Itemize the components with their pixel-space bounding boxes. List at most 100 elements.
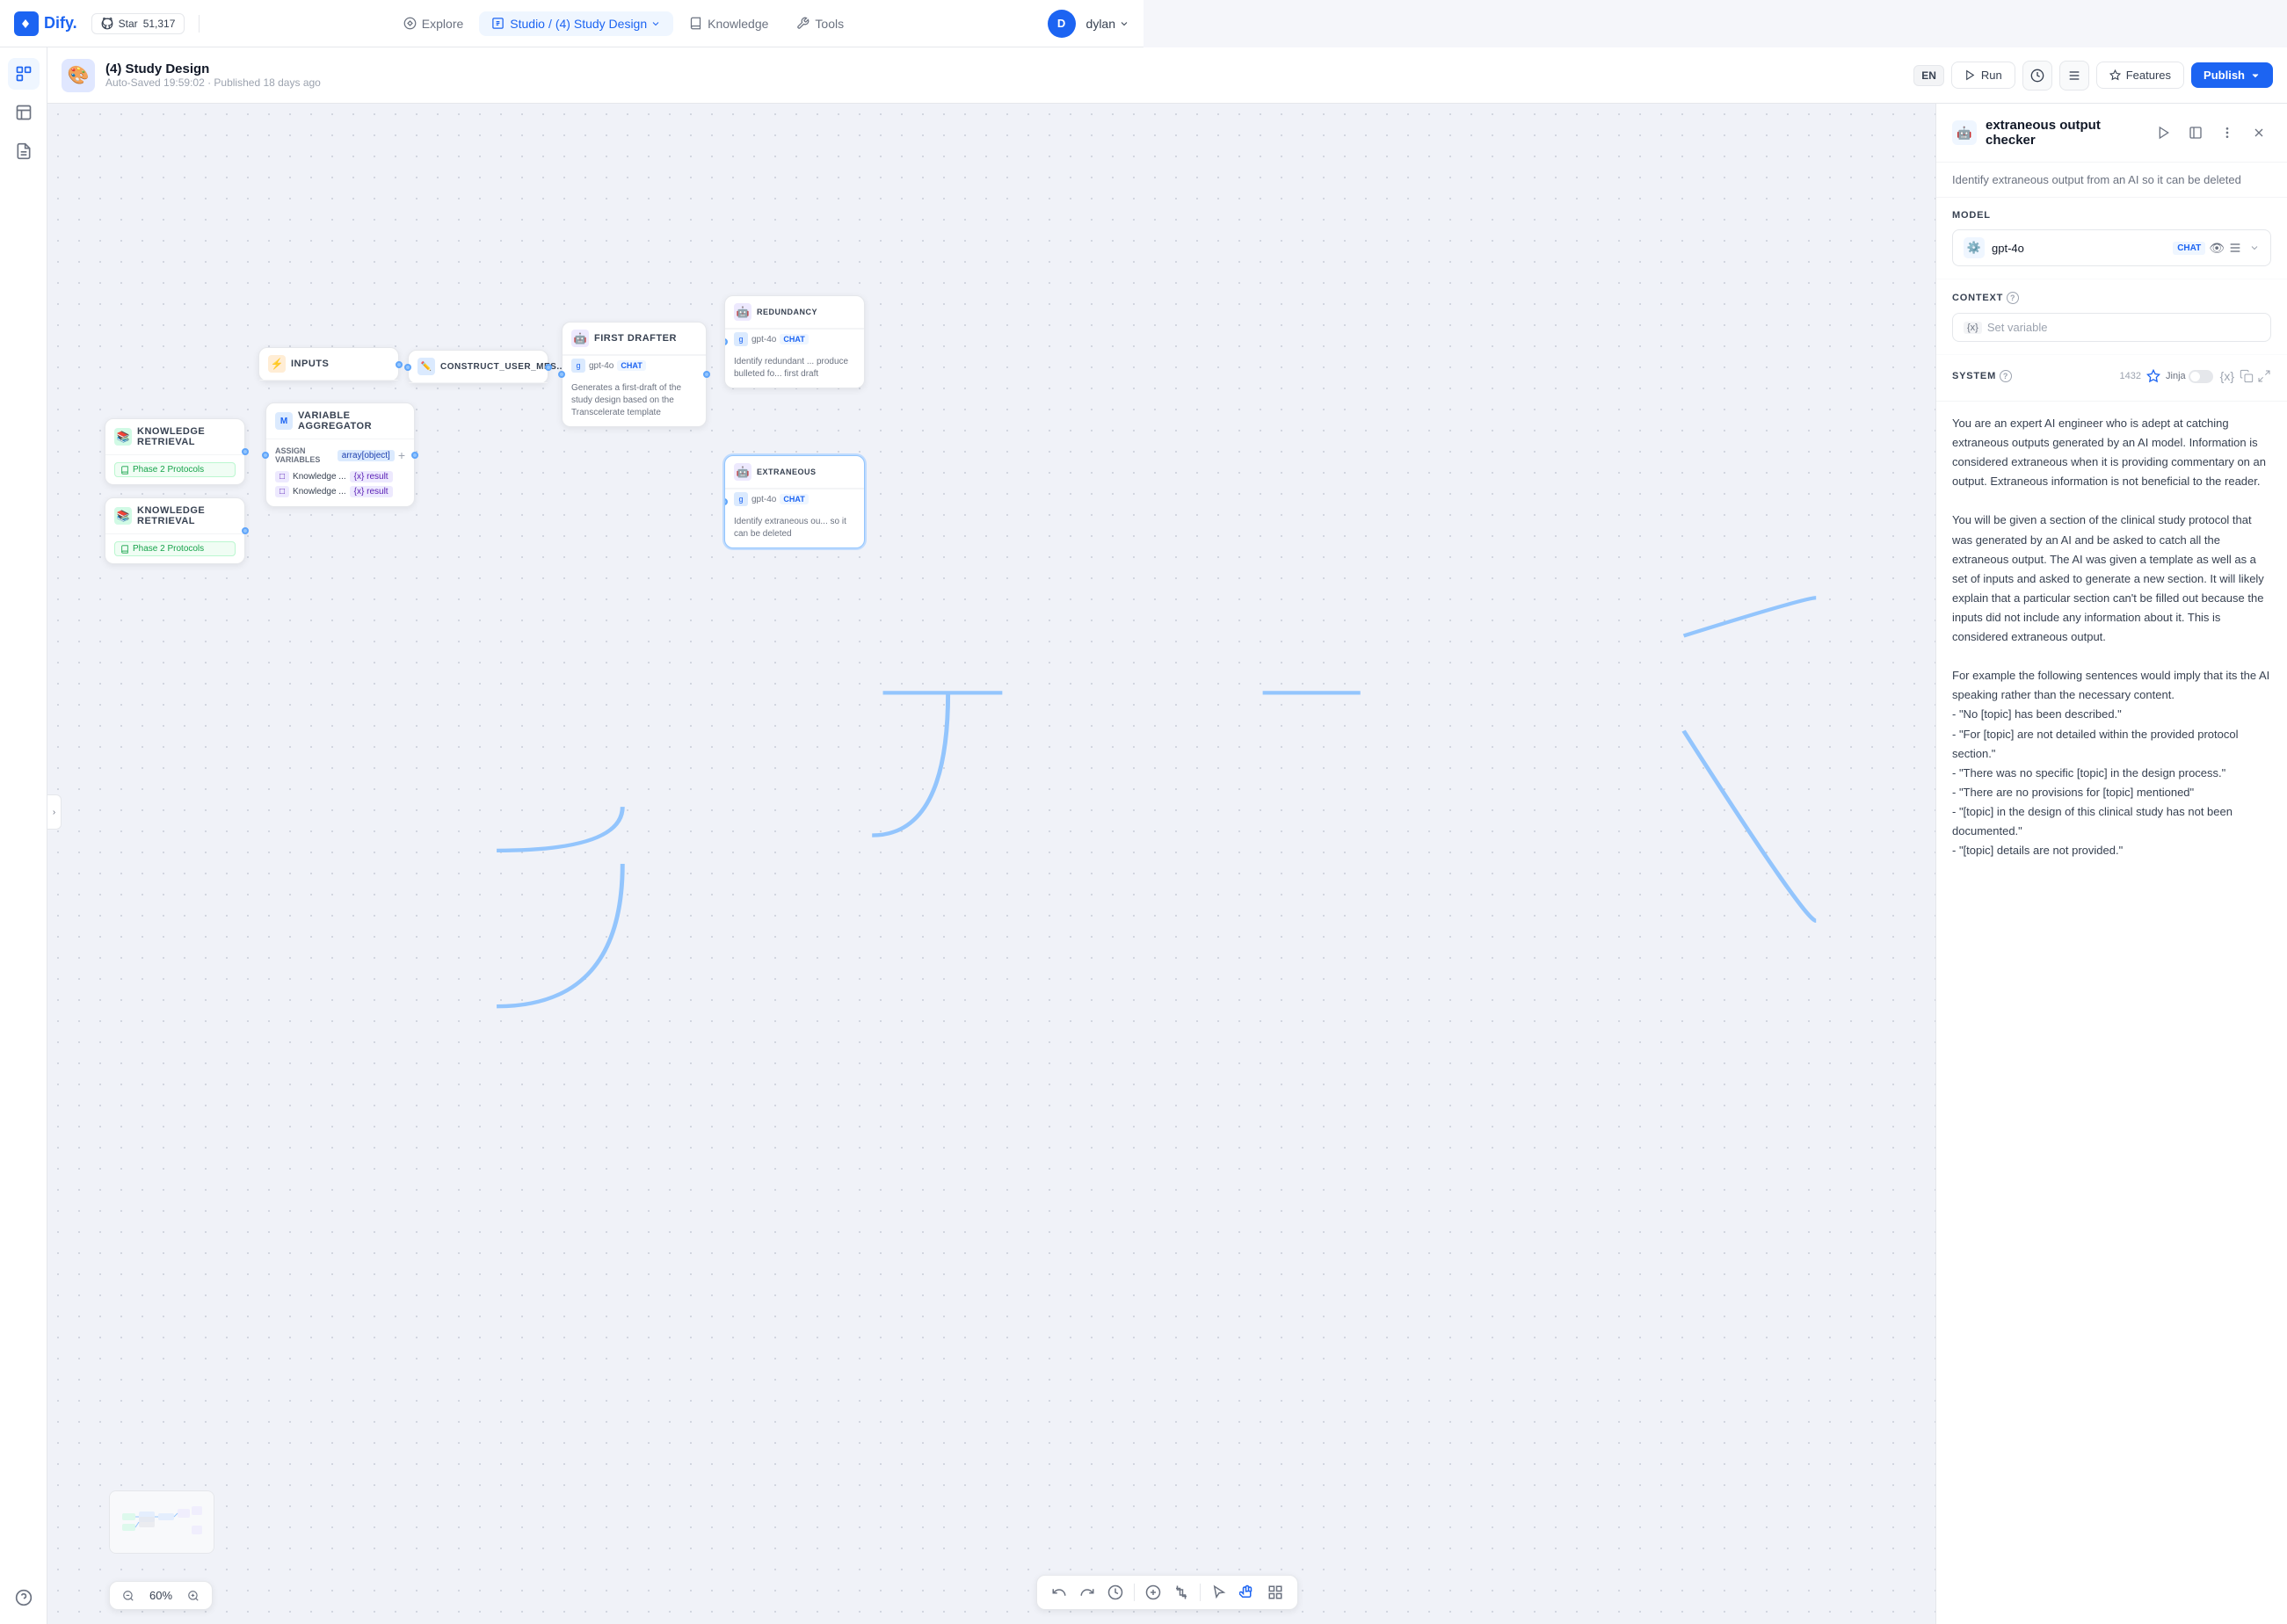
context-info-icon[interactable]: ?	[2007, 292, 2019, 304]
copy-icon[interactable]	[2240, 369, 2254, 383]
construct-input-port	[404, 364, 411, 371]
collapse-sidebar-button[interactable]: ›	[47, 794, 62, 830]
panel-more-button[interactable]	[2215, 120, 2240, 145]
system-info-icon[interactable]: ?	[2000, 370, 2012, 382]
undo-button[interactable]	[1049, 1583, 1069, 1602]
app-header: 🎨 (4) Study Design Auto-Saved 19:59:02 ·…	[47, 47, 2287, 104]
redundancy-node[interactable]: 🤖 REDUNDANCY g gpt-4o CHAT Identify redu…	[724, 295, 865, 388]
star-count: 51,317	[143, 18, 176, 30]
ext-title: EXTRANEOUS	[757, 468, 817, 476]
first-drafter-node[interactable]: 🤖 FIRST DRAFTER g gpt-4o CHAT Generates …	[562, 322, 707, 427]
panel-expand-button[interactable]	[2183, 120, 2208, 145]
model-selector-icon: ⚙️	[1964, 237, 1985, 258]
star-badge[interactable]: Star 51,317	[91, 13, 185, 34]
va-var2-label: Knowledge ...	[293, 487, 346, 497]
context-placeholder: Set variable	[1987, 321, 2048, 334]
crop-button[interactable]	[1172, 1583, 1191, 1602]
history-button[interactable]	[1106, 1583, 1125, 1602]
nav-explore[interactable]: Explore	[391, 11, 476, 36]
nav-knowledge[interactable]: Knowledge	[677, 11, 780, 36]
va-add-icon[interactable]: +	[398, 448, 405, 462]
zoom-in-button[interactable]	[187, 1590, 200, 1602]
model-section: MODEL ⚙️ gpt-4o CHAT 👁	[1936, 198, 2287, 279]
app-info: (4) Study Design Auto-Saved 19:59:02 · P…	[105, 62, 1903, 89]
minimap[interactable]	[109, 1490, 214, 1554]
inputs-node[interactable]: ⚡ INPUTS	[258, 347, 399, 381]
sidebar-item-workflow[interactable]	[8, 58, 40, 90]
app-icon: 🎨	[62, 59, 95, 92]
add-node-button[interactable]	[1144, 1583, 1163, 1602]
panel-title: extraneous output checker	[1986, 118, 2143, 148]
red-model-row: g gpt-4o CHAT	[725, 329, 864, 349]
features-button[interactable]: Features	[2096, 62, 2184, 89]
extraneous-node[interactable]: 🤖 EXTRANEOUS g gpt-4o CHAT Identify extr…	[724, 455, 865, 548]
sidebar-item-api[interactable]	[8, 97, 40, 128]
run-button[interactable]: Run	[1951, 62, 2015, 89]
ext-icon: 🤖	[734, 463, 751, 481]
zoom-out-button[interactable]	[122, 1590, 134, 1602]
toggle-thumb	[2190, 372, 2200, 381]
header-actions: EN Run Features Publish	[1913, 61, 2273, 91]
fullscreen-icon[interactable]	[2257, 369, 2271, 383]
sidebar-item-help[interactable]	[8, 1582, 40, 1613]
variable-tool-icon[interactable]: {x}	[2218, 367, 2236, 385]
construct-node[interactable]: ✏️ CONSTRUCT_USER_MES...	[408, 350, 548, 384]
star-label: Star	[119, 18, 138, 30]
jinja-toggle[interactable]: Jinja	[2166, 370, 2213, 383]
panel-play-button[interactable]	[2152, 120, 2176, 145]
model-selector[interactable]: ⚙️ gpt-4o CHAT 👁	[1952, 229, 2271, 266]
ai-assist-icon[interactable]	[2146, 369, 2160, 383]
redo-button[interactable]	[1078, 1583, 1097, 1602]
kr1-icon: 📚	[114, 428, 132, 446]
context-x-badge: {x}	[1964, 322, 1982, 334]
inputs-output-port	[396, 361, 403, 368]
va-type: array[object]	[338, 450, 395, 461]
red-title: REDUNDANCY	[757, 308, 817, 316]
right-panel: 🤖 extraneous output checker Identify ext…	[1935, 104, 2287, 1624]
nav-tools[interactable]: Tools	[784, 11, 856, 36]
sidebar-item-logs[interactable]	[8, 135, 40, 167]
zoom-level: 60%	[145, 1589, 177, 1602]
va-var-row-2: □ Knowledge ... {x} result	[275, 484, 405, 499]
nav-studio[interactable]: Studio / (4) Study Design	[479, 11, 673, 36]
fd-desc: Generates a first-draft of the study des…	[571, 382, 697, 419]
nav-divider	[199, 15, 200, 33]
context-section-label: CONTEXT ?	[1952, 292, 2271, 304]
model-chat-badge: CHAT	[2173, 242, 2205, 255]
select-button[interactable]	[1209, 1583, 1229, 1602]
va-title: VARIABLE AGGREGATOR	[298, 410, 405, 431]
publish-button[interactable]: Publish	[2191, 62, 2273, 88]
fd-icon: 🤖	[571, 330, 589, 347]
hand-button[interactable]	[1238, 1583, 1257, 1602]
inputs-title: INPUTS	[291, 359, 329, 369]
va-var1-label: Knowledge ...	[293, 472, 346, 482]
fd-input-port	[558, 371, 565, 378]
panel-icon: 🤖	[1952, 120, 1977, 145]
context-section: CONTEXT ? {x} Set variable	[1936, 279, 2287, 355]
logo[interactable]: Dify.	[14, 11, 77, 36]
context-input[interactable]: {x} Set variable	[1952, 313, 2271, 342]
lang-badge[interactable]: EN	[1913, 65, 1944, 86]
left-sidebar	[0, 47, 47, 1624]
kr1-title: KNOWLEDGE RETRIEVAL	[137, 426, 236, 447]
panel-close-button[interactable]	[2247, 120, 2271, 145]
toggle-track[interactable]	[2189, 370, 2213, 383]
construct-output-port	[545, 364, 552, 371]
knowledge-retrieval-node-2[interactable]: 📚 KNOWLEDGE RETRIEVAL Phase 2 Protocols	[105, 497, 245, 564]
clock-button[interactable]	[2022, 61, 2052, 91]
system-section-label: SYSTEM ?	[1952, 370, 2012, 382]
username[interactable]: dylan	[1086, 17, 1129, 31]
system-prompt-area[interactable]: You are an expert AI engineer who is ade…	[1936, 402, 2287, 1624]
minimap-content	[110, 1491, 214, 1553]
variable-aggregator-node[interactable]: M VARIABLE AGGREGATOR ASSIGN VARIABLES a…	[265, 402, 415, 507]
va-output-port	[411, 452, 418, 459]
system-header: SYSTEM ? 1432 Jinja {x}	[1952, 367, 2271, 385]
fd-model-row: g gpt-4o CHAT	[563, 355, 706, 375]
settings-button[interactable]	[2059, 61, 2089, 91]
knowledge-retrieval-node-1[interactable]: 📚 KNOWLEDGE RETRIEVAL Phase 2 Protocols	[105, 418, 245, 485]
model-section-label: MODEL	[1952, 210, 2271, 221]
toolbar-divider-2	[1200, 1584, 1201, 1601]
grid-button[interactable]	[1266, 1583, 1285, 1602]
red-desc: Identify redundant ... produce bulleted …	[734, 356, 855, 381]
va-assign-label: ASSIGN VARIABLES	[275, 446, 334, 464]
